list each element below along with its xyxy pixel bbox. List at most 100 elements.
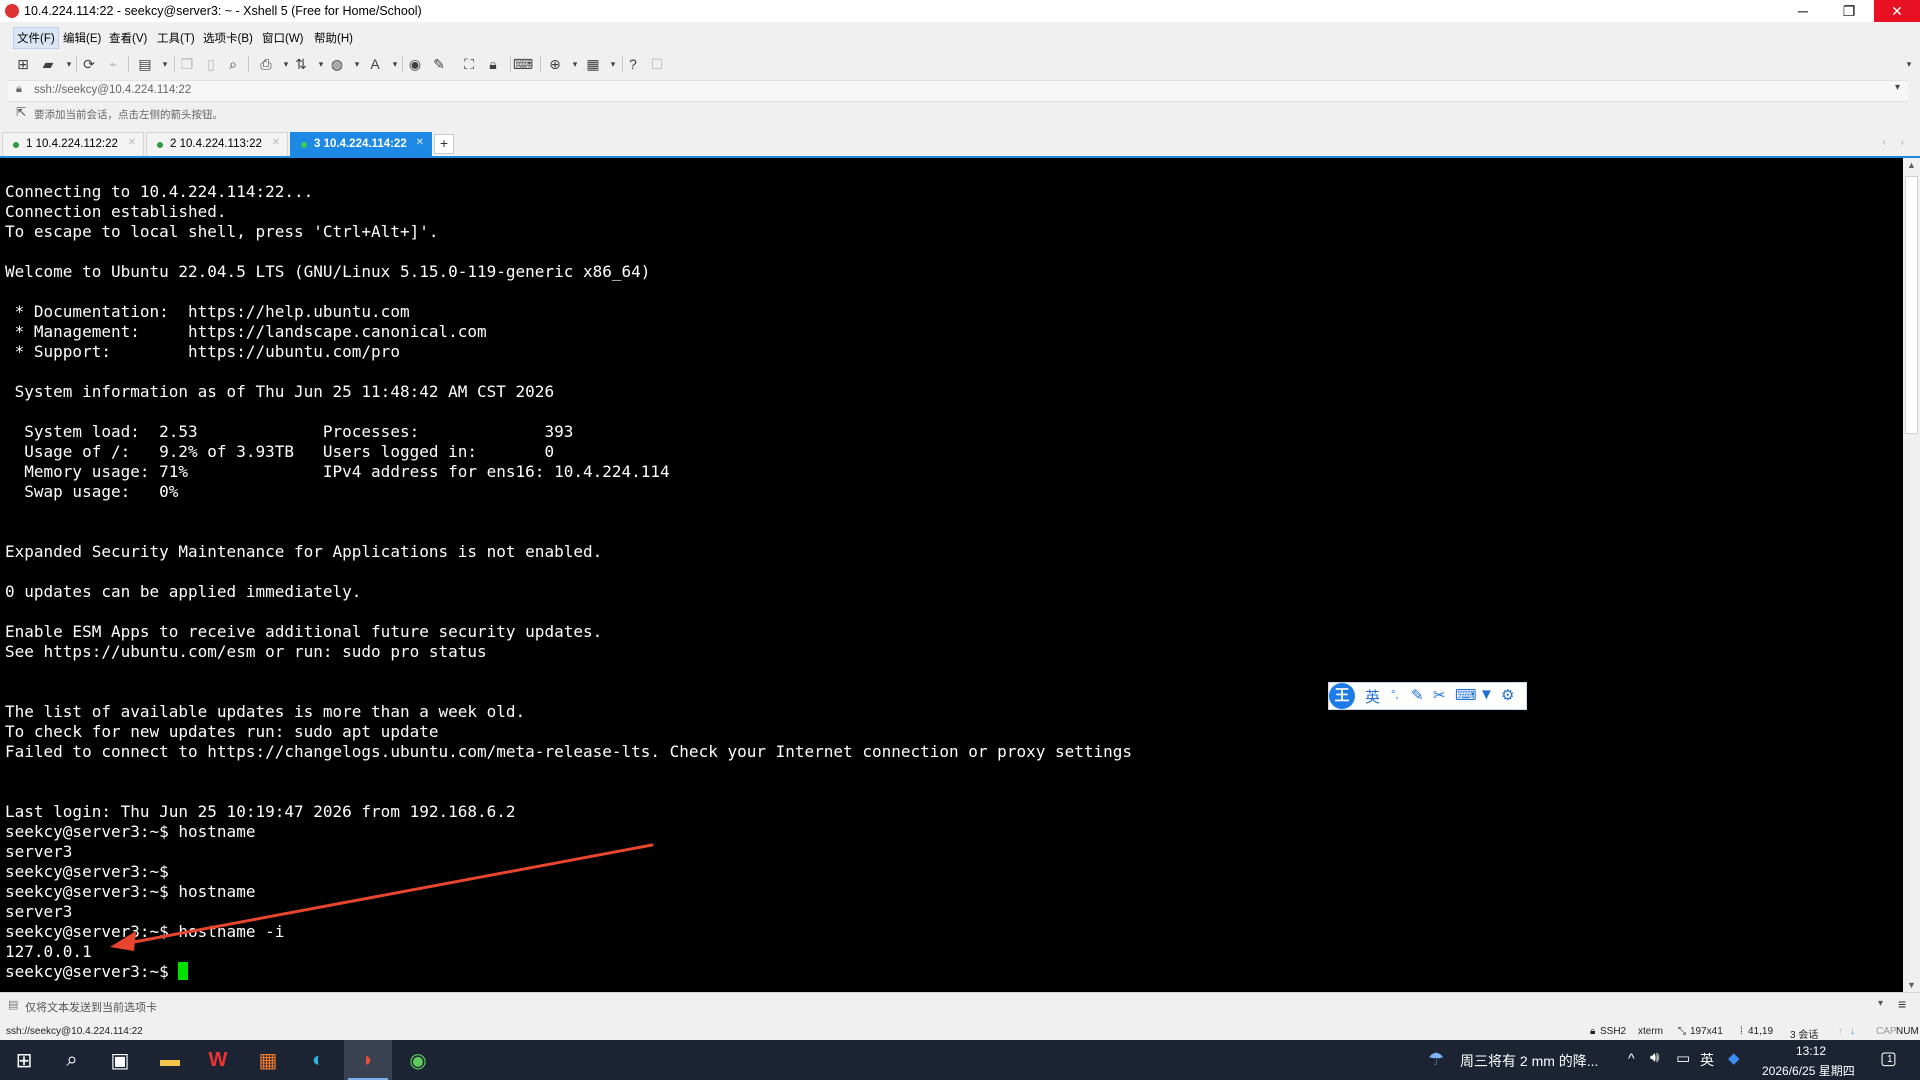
terminal-scrollbar[interactable]: ▲ ▼ — [1903, 158, 1920, 992]
properties-icon[interactable]: ▤ — [134, 53, 156, 75]
pen-icon[interactable]: ✎ — [1411, 686, 1424, 704]
new-session-icon[interactable]: ⊞ — [12, 53, 34, 75]
lock-icon[interactable]: 🔒︎ — [482, 53, 504, 75]
address-bar[interactable]: 🔒︎ ssh://seekcy@10.4.224.114:22 ▾ — [8, 80, 1908, 102]
toolbar-overflow-icon[interactable]: ▾ — [1902, 53, 1916, 75]
send-target-label[interactable]: 仅将文本发送到当前选项卡 — [25, 999, 157, 1015]
status-caps: CAP — [1876, 1026, 1897, 1037]
paste-icon[interactable]: ▯ — [200, 53, 222, 75]
tab-label: 3 10.4.224.114:22 — [314, 138, 407, 150]
volume-icon[interactable]: 🔊︎ — [1650, 1049, 1659, 1066]
new-tab-icon[interactable]: ⊕ — [544, 53, 566, 75]
properties-dropdown-icon[interactable]: ▾ — [154, 53, 176, 75]
status-protocol: SSH2 — [1600, 1026, 1627, 1037]
xshell-taskbar-icon[interactable]: ◗ — [344, 1040, 392, 1080]
edge-browser-icon[interactable]: ◐ — [294, 1040, 342, 1080]
ime-app-icon[interactable]: ◆ — [1728, 1049, 1740, 1067]
hint-bar: ⇱ 要添加当前会话，点击左侧的箭头按钮。 — [8, 103, 1908, 123]
lock-icon: 🔒︎ — [1590, 1026, 1596, 1037]
scroll-down-icon[interactable]: ▼ — [1903, 978, 1920, 992]
layout-icon[interactable]: ▦ — [582, 53, 604, 75]
notification-count: 1 — [1887, 1054, 1893, 1065]
menu-bar: 文件(F) 编辑(E) 查看(V) 工具(T) 选项卡(B) 窗口(W) 帮助(… — [0, 22, 1920, 50]
hint-text: 要添加当前会话，点击左侧的箭头按钮。 — [34, 109, 223, 121]
font-icon[interactable]: A — [364, 53, 386, 75]
disconnect-icon[interactable]: ⌁ — [102, 53, 124, 75]
keyboard-icon[interactable]: ⌨ — [512, 53, 534, 75]
add-session-arrow-icon[interactable]: ⇱ — [16, 105, 26, 119]
transfer-icon[interactable]: ⇅ — [290, 53, 312, 75]
terminal-area[interactable]: Connecting to 10.4.224.114:22... Connect… — [0, 158, 1903, 992]
globe-icon[interactable]: ◍ — [326, 53, 348, 75]
chat-icon[interactable]: ☐ — [646, 53, 668, 75]
scissors-icon[interactable]: ✂ — [1433, 686, 1446, 704]
close-button[interactable]: ✕ — [1874, 0, 1920, 22]
task-view-icon[interactable]: ▣ — [96, 1040, 144, 1080]
menu-tabs[interactable]: 选项卡(B) — [200, 28, 256, 48]
lock-icon: 🔒︎ — [16, 83, 22, 95]
restore-button[interactable]: ❐ — [1826, 0, 1872, 22]
windows-start-icon[interactable]: ⊞ — [0, 1040, 48, 1080]
send-dropdown-icon[interactable]: ▾ — [1878, 998, 1883, 1009]
help-icon[interactable]: ? — [622, 53, 644, 75]
status-sessions: 3 会话 — [1790, 1030, 1819, 1041]
green-app-icon[interactable]: ◉ — [394, 1040, 442, 1080]
address-input[interactable]: ssh://seekcy@10.4.224.114:22 — [34, 84, 191, 96]
search-icon[interactable]: ⌕ — [48, 1040, 96, 1080]
status-dot-icon — [13, 142, 19, 148]
xftp-icon[interactable]: ◉ — [404, 53, 426, 75]
menu-view[interactable]: 查看(V) — [106, 28, 150, 48]
network-icon[interactable]: ▭ — [1676, 1049, 1690, 1067]
ime-indicator[interactable]: 英 — [1700, 1050, 1714, 1070]
ime-mode-toggle[interactable]: 英 — [1365, 686, 1380, 707]
menu-help[interactable]: 帮助(H) — [311, 28, 356, 48]
weather-text[interactable]: 周三将有 2 mm 的降... — [1460, 1051, 1598, 1071]
ime-toolbar[interactable]: 王 英 °, ✎ ✂ ⌨ ▼ ⚙ — [1328, 682, 1527, 710]
chevron-up-icon[interactable]: ^ — [1628, 1050, 1635, 1066]
menu-window[interactable]: 窗口(W) — [259, 28, 307, 48]
terminal-cursor — [178, 962, 189, 980]
tab-session-2[interactable]: 2 10.4.224.113:22 ✕ — [146, 132, 288, 157]
minimize-button[interactable]: ─ — [1780, 0, 1826, 22]
address-dropdown-icon[interactable]: ▾ — [1895, 82, 1900, 93]
close-tab-icon[interactable]: ✕ — [128, 137, 136, 148]
file-explorer-icon[interactable]: ▬ — [146, 1040, 194, 1080]
status-bar: ssh://seekcy@10.4.224.114:22 🔒︎ SSH2 xte… — [0, 1022, 1920, 1041]
clock-date[interactable]: 2026/6/25 星期四 — [1762, 1062, 1855, 1079]
shirt-icon[interactable]: ▼ — [1479, 686, 1494, 703]
copy-icon[interactable]: ❐ — [176, 53, 198, 75]
print-icon[interactable]: ⎙ — [255, 53, 277, 75]
reconnect-icon[interactable]: ⟳ — [78, 53, 100, 75]
scrollbar-thumb[interactable] — [1905, 176, 1918, 434]
send-bar[interactable]: ▤ 仅将文本发送到当前选项卡 ▾ ≡ — [0, 992, 1920, 1017]
status-dot-icon — [301, 142, 307, 148]
weather-umbrella-icon[interactable]: ☂ — [1428, 1049, 1444, 1070]
keyboard-icon[interactable]: ⌨ — [1455, 686, 1477, 704]
status-size: 197x41 — [1690, 1026, 1723, 1037]
ime-punct-toggle[interactable]: °, — [1391, 689, 1398, 701]
find-icon[interactable]: ⌕ — [222, 53, 244, 75]
scroll-up-icon[interactable]: ▲ — [1903, 158, 1920, 172]
close-tab-icon[interactable]: ✕ — [272, 137, 280, 148]
wps-office-icon[interactable]: W — [194, 1040, 242, 1080]
menu-file[interactable]: 文件(F) — [13, 27, 59, 49]
xshell-app-icon[interactable] — [5, 4, 19, 18]
tab-session-3[interactable]: 3 10.4.224.114:22 ✕ — [290, 132, 432, 157]
tab-session-1[interactable]: 1 10.4.224.112:22 ✕ — [2, 132, 144, 157]
menu-tools[interactable]: 工具(T) — [154, 28, 198, 48]
app-grid-icon[interactable]: ▦ — [244, 1040, 292, 1080]
layout-dropdown-icon[interactable]: ▾ — [602, 53, 624, 75]
gear-icon[interactable]: ⚙ — [1501, 686, 1514, 704]
add-tab-button[interactable]: + — [434, 134, 454, 154]
xmanager-icon[interactable]: ✎ — [428, 53, 450, 75]
fullscreen-icon[interactable]: ⛶ — [458, 53, 480, 75]
open-folder-icon[interactable]: ▰ — [37, 53, 59, 75]
tab-scroll-arrows-icon[interactable]: ‹ › — [1883, 137, 1910, 148]
tab-bar: 1 10.4.224.112:22 ✕ 2 10.4.224.113:22 ✕ … — [0, 131, 1920, 157]
menu-edit[interactable]: 编辑(E) — [60, 28, 104, 48]
hamburger-menu-icon[interactable]: ≡ — [1898, 996, 1906, 1012]
ime-logo[interactable]: 王 — [1329, 683, 1355, 709]
status-cursor-pos: 41,19 — [1748, 1026, 1774, 1037]
clock-time[interactable]: 13:12 — [1796, 1044, 1826, 1058]
close-tab-icon[interactable]: ✕ — [416, 137, 424, 148]
